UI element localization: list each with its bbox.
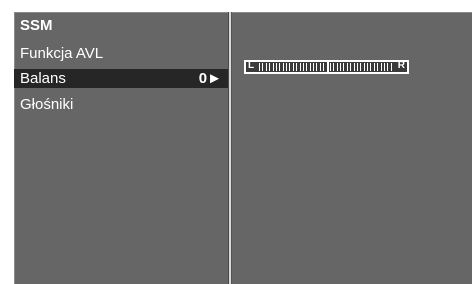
balance-tick: [282, 63, 284, 71]
menu-item-label: Głośniki: [20, 96, 74, 113]
menu-item-label: Balans: [20, 70, 66, 87]
menu-item-label: Funkcja AVL: [20, 45, 104, 62]
balance-tick: [350, 63, 352, 71]
balance-tick: [299, 63, 301, 71]
balance-tick: [319, 63, 321, 71]
balance-tick: [380, 63, 382, 71]
balance-tick: [316, 63, 318, 71]
settings-panel: SSM Funkcja AVL Balans 0► Głośniki: [14, 12, 472, 284]
balance-tick: [390, 63, 392, 71]
balance-tick: [262, 63, 264, 71]
menu-item-avl[interactable]: Funkcja AVL: [14, 44, 228, 63]
balance-tick: [346, 63, 348, 71]
balance-slider[interactable]: L R: [244, 60, 409, 74]
balance-tick: [329, 63, 331, 71]
balance-tick: [353, 63, 355, 71]
balance-tick: [306, 63, 308, 71]
balance-tick: [269, 63, 271, 71]
balance-tick: [323, 63, 325, 71]
balance-tick: [272, 63, 274, 71]
menu-item-label: SSM: [20, 17, 53, 34]
balance-tick: [367, 63, 368, 71]
balance-tick: [309, 63, 311, 71]
balance-tick: [279, 63, 281, 71]
balance-tick: [343, 63, 345, 71]
balance-tick: [387, 63, 389, 71]
balance-tick: [360, 63, 362, 71]
panel-border-top: [14, 12, 472, 13]
balance-tick: [275, 63, 277, 71]
balance-tick: [292, 63, 294, 71]
balance-tick: [302, 63, 304, 71]
balance-tick: [383, 63, 385, 71]
menu-item-ssm[interactable]: SSM: [14, 16, 228, 35]
balance-ticks: [259, 62, 394, 72]
balance-tick: [370, 63, 372, 71]
balance-tick: [356, 63, 358, 71]
balance-tick: [286, 63, 287, 71]
menu-item-speakers[interactable]: Głośniki: [14, 95, 228, 114]
balance-tick: [373, 63, 375, 71]
balance-value: 0►: [198, 70, 222, 87]
balance-tick: [363, 63, 365, 71]
balance-tick: [340, 63, 341, 71]
balance-left-label: L: [248, 60, 255, 71]
menu-item-balance[interactable]: Balans 0►: [14, 69, 228, 88]
balance-tick: [333, 63, 335, 71]
balance-right-label: R: [397, 60, 405, 71]
panel-divider: [228, 12, 232, 284]
balance-tick: [289, 63, 291, 71]
balance-tick: [336, 63, 338, 71]
balance-tick: [313, 63, 314, 71]
balance-tick: [265, 63, 267, 71]
balance-tick: [259, 63, 260, 71]
balance-center-marker: [326, 62, 329, 72]
balance-tick: [377, 63, 379, 71]
balance-tick: [296, 63, 298, 71]
